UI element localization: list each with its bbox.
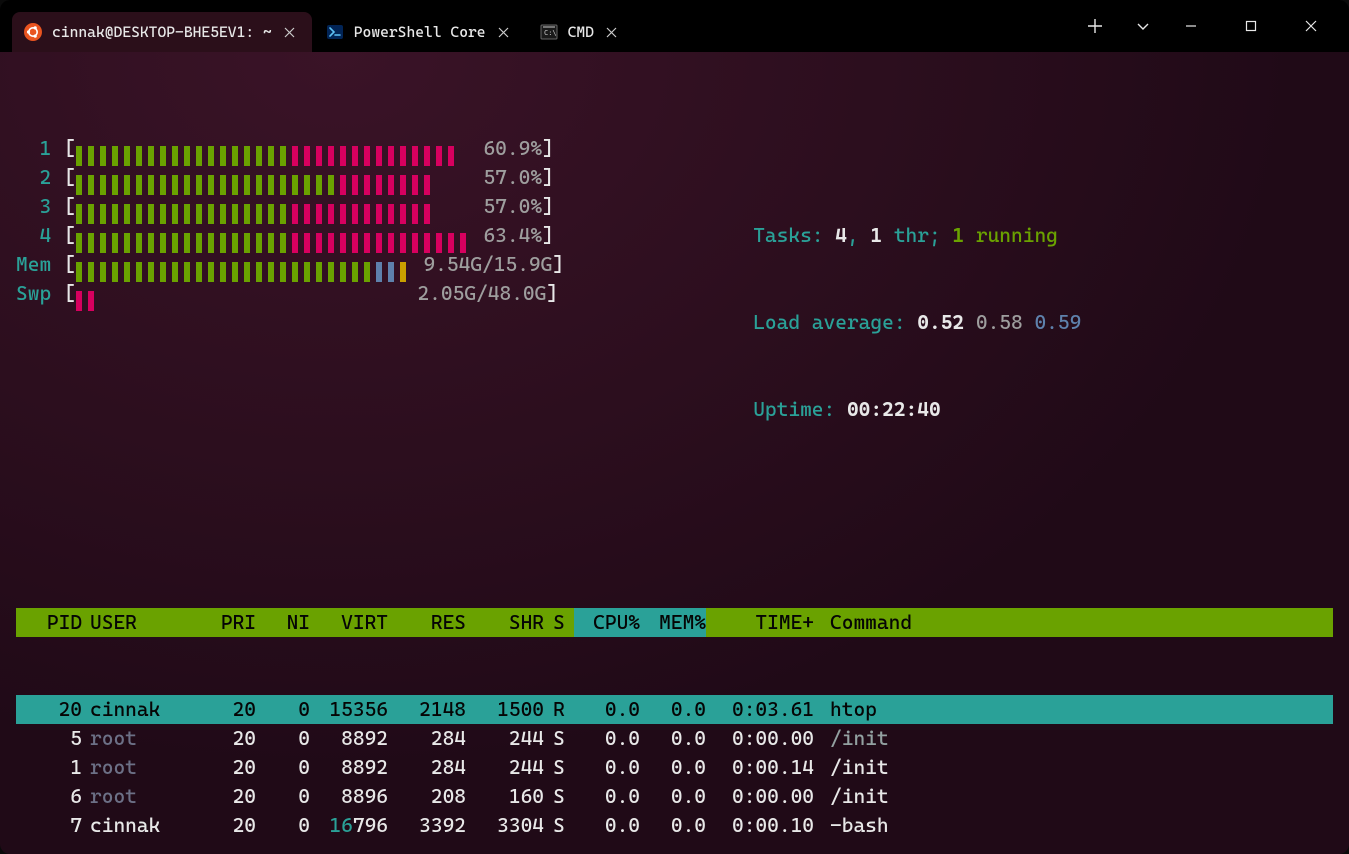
swp-meter-value: 2.05G/48.0G bbox=[406, 281, 547, 305]
column-header-command[interactable]: Command bbox=[814, 608, 1333, 637]
tab-0[interactable]: cinnak@DESKTOP-BHE5EV1: ~ bbox=[12, 12, 312, 52]
powershell-icon bbox=[326, 23, 344, 41]
maximize-button[interactable] bbox=[1221, 0, 1281, 52]
tasks-label: Tasks: bbox=[753, 223, 823, 247]
tab-label: CMD bbox=[568, 23, 594, 41]
window-controls bbox=[1161, 0, 1341, 52]
svg-text:C:\: C:\ bbox=[544, 29, 557, 37]
column-header-cpu[interactable]: CPU% bbox=[574, 608, 640, 637]
column-header-s[interactable]: S bbox=[544, 608, 574, 637]
uptime-value: 00:22:40 bbox=[847, 397, 941, 421]
column-header-ni[interactable]: NI bbox=[256, 608, 310, 637]
tasks-count: 4 bbox=[835, 223, 847, 247]
cpu-meter-value: 57.0% bbox=[472, 194, 542, 218]
minimize-button[interactable] bbox=[1161, 0, 1221, 52]
htop-header: 1 [ 60.9%] 2 [ 57.0%] 3 [ 57.0%] 4 [ 63.… bbox=[16, 134, 1333, 453]
tab-2[interactable]: C:\ CMD bbox=[528, 12, 634, 52]
cpu-meter-4: 4 [ 63.4%] bbox=[16, 221, 636, 250]
close-icon[interactable] bbox=[496, 24, 512, 40]
table-row[interactable]: 20cinnak2001535621481500R0.00.00:03.61ht… bbox=[16, 695, 1333, 724]
tab-1[interactable]: PowerShell Core bbox=[314, 12, 526, 52]
new-tab-button[interactable] bbox=[1077, 8, 1113, 44]
uptime-label: Uptime: bbox=[753, 397, 835, 421]
cpu-meter-1: 1 [ 60.9%] bbox=[16, 134, 636, 163]
table-header[interactable]: PIDUSERPRINIVIRTRESSHRSCPU%MEM%TIME+Comm… bbox=[16, 608, 1333, 637]
tab-strip: cinnak@DESKTOP-BHE5EV1: ~ PowerShell Core… bbox=[12, 0, 1069, 52]
column-header-pri[interactable]: PRI bbox=[190, 608, 256, 637]
cmd-icon: C:\ bbox=[540, 23, 558, 41]
loadavg-5: 0.58 bbox=[976, 310, 1023, 334]
column-header-time[interactable]: TIME+ bbox=[706, 608, 814, 637]
column-header-virt[interactable]: VIRT bbox=[310, 608, 388, 637]
tab-actions bbox=[1077, 0, 1161, 52]
close-icon[interactable] bbox=[604, 24, 620, 40]
loadavg-15: 0.59 bbox=[1034, 310, 1081, 334]
tab-label: cinnak@DESKTOP-BHE5EV1: ~ bbox=[52, 23, 272, 41]
terminal-surface[interactable]: 1 [ 60.9%] 2 [ 57.0%] 3 [ 57.0%] 4 [ 63.… bbox=[0, 52, 1349, 854]
loadavg-1: 0.52 bbox=[917, 310, 964, 334]
tab-dropdown-button[interactable] bbox=[1125, 8, 1161, 44]
close-icon[interactable] bbox=[282, 24, 298, 40]
table-row[interactable]: 1root2008892284244S0.00.00:00.14/init bbox=[16, 753, 1333, 782]
load-label: Load average: bbox=[753, 310, 905, 334]
process-table: PIDUSERPRINIVIRTRESSHRSCPU%MEM%TIME+Comm… bbox=[16, 550, 1333, 854]
window: cinnak@DESKTOP-BHE5EV1: ~ PowerShell Core… bbox=[0, 0, 1349, 854]
table-row[interactable]: 6root2008896208160S0.00.00:00.00/init bbox=[16, 782, 1333, 811]
thr-count: 1 bbox=[870, 223, 882, 247]
close-button[interactable] bbox=[1281, 0, 1341, 52]
cpu-meter-value: 57.0% bbox=[472, 165, 542, 189]
column-header-pid[interactable]: PID bbox=[16, 608, 82, 637]
column-header-shr[interactable]: SHR bbox=[466, 608, 544, 637]
title-bar: cinnak@DESKTOP-BHE5EV1: ~ PowerShell Core… bbox=[0, 0, 1349, 52]
column-header-user[interactable]: USER bbox=[82, 608, 190, 637]
table-row[interactable]: 7cinnak2001679633923304S0.00.00:00.10-ba… bbox=[16, 811, 1333, 840]
running-count: 1 bbox=[952, 223, 964, 247]
table-row[interactable]: 5root2008892284244S0.00.00:00.00/init bbox=[16, 724, 1333, 753]
cpu-meter-3: 3 [ 57.0%] bbox=[16, 192, 636, 221]
tab-label: PowerShell Core bbox=[354, 23, 486, 41]
mem-meter-value: 9.54G/15.9G bbox=[412, 252, 553, 276]
summary-panel: Tasks: 4, 1 thr; 1 running Load average:… bbox=[636, 134, 1333, 453]
mem-meter: Mem[ 9.54G/15.9G] bbox=[16, 250, 636, 279]
cpu-meter-2: 2 [ 57.0%] bbox=[16, 163, 636, 192]
ubuntu-icon bbox=[24, 23, 42, 41]
cpu-meter-value: 60.9% bbox=[472, 136, 542, 160]
column-header-res[interactable]: RES bbox=[388, 608, 466, 637]
swp-meter: Swp[ 2.05G/48.0G] bbox=[16, 279, 636, 308]
cpu-meter-value: 63.4% bbox=[472, 223, 542, 247]
column-header-mem[interactable]: MEM% bbox=[640, 608, 706, 637]
